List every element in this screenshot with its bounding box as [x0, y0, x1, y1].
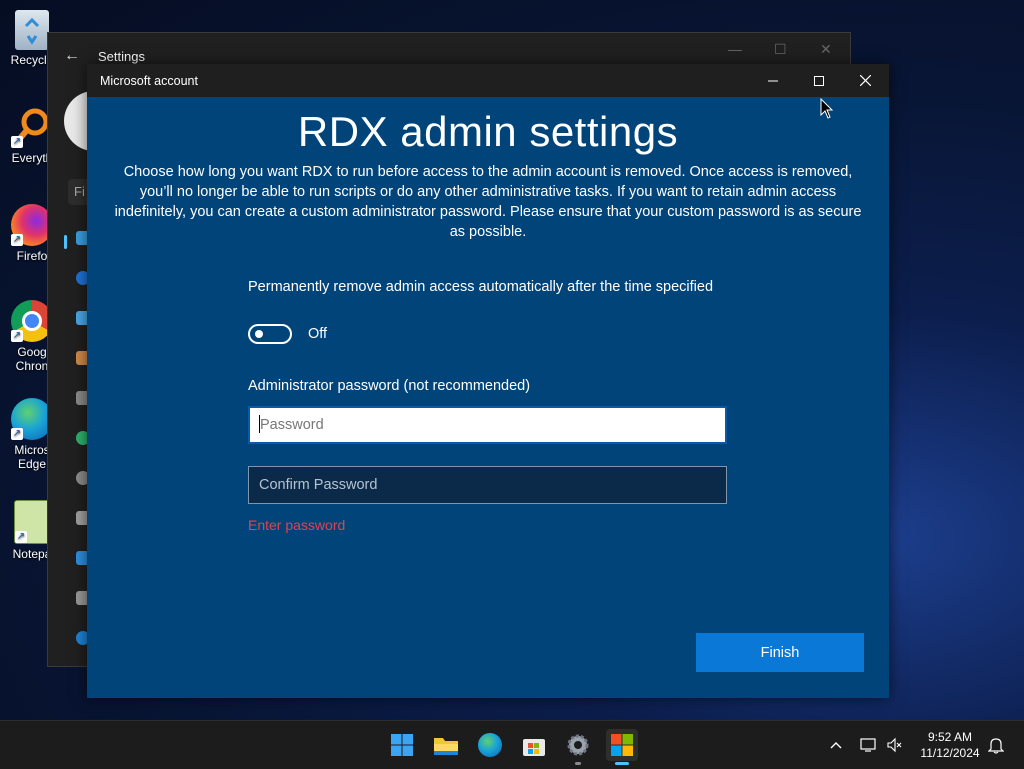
finish-button[interactable]: Finish — [696, 633, 864, 672]
toggle-knob — [255, 330, 263, 338]
close-icon[interactable]: ✕ — [820, 41, 832, 58]
notepad-icon: ↗ — [14, 500, 50, 544]
taskbar-microsoft-store[interactable] — [518, 729, 550, 761]
page-title: RDX admin settings — [297, 108, 679, 155]
recycle-bin-icon — [15, 10, 49, 50]
running-indicator — [575, 762, 581, 765]
toggle-state-text: Off — [308, 326, 328, 342]
start-button[interactable] — [386, 729, 418, 761]
maximize-icon[interactable]: ☐ — [774, 41, 787, 58]
taskbar: 9:52 AM 11/12/2024 — [0, 720, 1024, 769]
shortcut-arrow-icon: ↗ — [11, 234, 23, 246]
password-error-text: Enter password — [248, 517, 346, 533]
minimize-icon — [768, 80, 778, 81]
text-caret — [259, 415, 260, 433]
microsoft-store-icon — [523, 739, 545, 756]
volume-muted-icon — [887, 737, 902, 753]
network-status-button[interactable] — [860, 721, 878, 769]
file-explorer-icon — [434, 738, 458, 755]
clock-date: 11/12/2024 — [920, 746, 980, 760]
shortcut-arrow-icon: ↗ — [11, 136, 23, 148]
remove-admin-toggle[interactable] — [248, 324, 292, 344]
maximize-icon — [814, 75, 824, 86]
notifications-button[interactable] — [988, 721, 1004, 769]
clock[interactable]: 9:52 AM 11/12/2024 — [912, 729, 988, 761]
start-icon — [391, 734, 413, 756]
microsoft-account-dialog: Microsoft account RDX admin settings Cho… — [87, 64, 889, 698]
toggle-label: Permanently remove admin access automati… — [248, 279, 714, 295]
network-monitor-icon — [860, 738, 876, 752]
mouse-cursor-icon — [820, 98, 834, 119]
chevron-up-icon — [830, 742, 842, 749]
back-arrow-icon[interactable]: ← — [64, 47, 80, 65]
dialog-title: Microsoft account — [100, 74, 198, 88]
taskbar-settings[interactable] — [562, 729, 594, 765]
description-text: Choose how long you want RDX to run befo… — [114, 164, 862, 240]
sidebar-selected-indicator — [64, 235, 67, 249]
maximize-button[interactable] — [796, 64, 842, 97]
taskbar-active-app[interactable] — [606, 729, 638, 765]
active-indicator — [615, 762, 629, 765]
clock-time: 9:52 AM — [927, 730, 973, 744]
taskbar-file-explorer[interactable] — [430, 729, 462, 761]
shortcut-arrow-icon: ↗ — [11, 428, 23, 440]
taskbar-edge[interactable] — [474, 729, 506, 761]
close-icon — [859, 75, 871, 86]
dialog-titlebar: Microsoft account — [87, 64, 889, 97]
settings-window-title: Settings — [98, 49, 145, 64]
volume-button[interactable] — [886, 721, 904, 769]
settings-gear-icon — [567, 734, 589, 756]
confirm-password-input[interactable] — [248, 466, 727, 504]
edge-icon — [478, 733, 502, 757]
shortcut-arrow-icon: ↗ — [15, 531, 27, 543]
minimize-icon[interactable]: — — [728, 41, 742, 57]
shortcut-arrow-icon: ↗ — [11, 330, 23, 342]
password-label: Administrator password (not recommended) — [248, 378, 531, 394]
password-input[interactable] — [248, 406, 727, 444]
close-button[interactable] — [842, 64, 888, 97]
show-hidden-icons-button[interactable] — [830, 721, 842, 769]
minimize-button[interactable] — [750, 64, 796, 97]
microsoft-logo-icon — [611, 734, 633, 756]
bell-icon — [988, 738, 1004, 754]
